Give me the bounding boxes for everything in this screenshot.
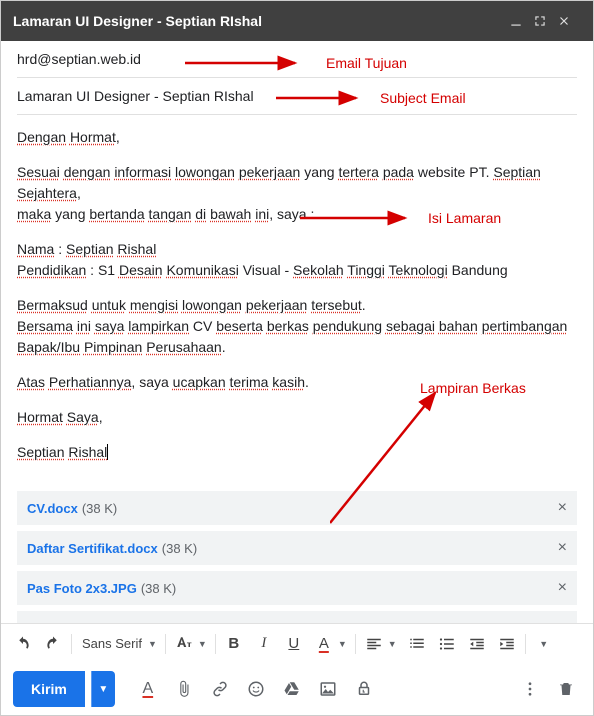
discard-draft-icon[interactable] — [551, 674, 581, 704]
send-button[interactable]: Kirim — [13, 671, 85, 707]
remove-attachment-icon[interactable]: × — [558, 499, 567, 517]
insert-photo-icon[interactable] — [313, 674, 343, 704]
bulleted-list-icon[interactable] — [433, 630, 461, 658]
bold-icon[interactable]: B — [220, 630, 248, 658]
remove-attachment-icon[interactable]: × — [558, 619, 567, 623]
title-bar: Lamaran UI Designer - Septian RIshal — [1, 1, 593, 41]
expand-icon[interactable] — [533, 14, 557, 28]
text-size-icon[interactable] — [170, 630, 198, 658]
font-selector[interactable]: Sans Serif — [76, 636, 148, 651]
redo-icon[interactable] — [39, 630, 67, 658]
compose-window: Lamaran UI Designer - Septian RIshal hrd… — [0, 0, 594, 716]
emoji-icon[interactable] — [241, 674, 271, 704]
size-caret-icon[interactable]: ▼ — [198, 639, 211, 649]
send-toolbar: Kirim ▼ A — [1, 663, 593, 715]
attachment-item[interactable]: Pas Foto 2x3.JPG (38 K)× — [17, 571, 577, 605]
attachment-item[interactable]: CV.docx (38 K)× — [17, 491, 577, 525]
formatting-toolbar: Sans Serif ▼ ▼ B I U A ▼ ▼ ▼ — [1, 623, 593, 663]
color-caret-icon[interactable]: ▼ — [338, 639, 351, 649]
send-options-icon[interactable]: ▼ — [91, 671, 115, 707]
text-color-icon[interactable]: A — [310, 630, 338, 658]
email-body[interactable]: Dengan Hormat, Sesuai dengan informasi l… — [17, 115, 577, 485]
window-title: Lamaran UI Designer - Septian RIshal — [13, 13, 509, 29]
align-icon[interactable] — [360, 630, 388, 658]
drive-icon[interactable] — [277, 674, 307, 704]
undo-icon[interactable] — [9, 630, 37, 658]
remove-attachment-icon[interactable]: × — [558, 579, 567, 597]
minimize-icon[interactable] — [509, 14, 533, 28]
attachments-list: CV.docx (38 K)× Daftar Sertifikat.docx (… — [17, 491, 577, 623]
align-caret-icon[interactable]: ▼ — [388, 639, 401, 649]
font-caret-icon[interactable]: ▼ — [148, 639, 161, 649]
indent-less-icon[interactable] — [463, 630, 491, 658]
compose-body: hrd@septian.web.id Lamaran UI Designer -… — [1, 41, 593, 623]
insert-link-icon[interactable] — [205, 674, 235, 704]
more-formatting-icon[interactable]: ▼ — [530, 630, 558, 658]
to-field[interactable]: hrd@septian.web.id — [17, 41, 577, 78]
attachment-item[interactable]: SKCK.docx (38 K)× — [17, 611, 577, 623]
close-icon[interactable] — [557, 14, 581, 28]
numbered-list-icon[interactable] — [403, 630, 431, 658]
subject-field[interactable]: Lamaran UI Designer - Septian RIshal — [17, 78, 577, 115]
remove-attachment-icon[interactable]: × — [558, 539, 567, 557]
formatting-toggle-icon[interactable]: A — [133, 674, 163, 704]
attach-file-icon[interactable] — [169, 674, 199, 704]
underline-icon[interactable]: U — [280, 630, 308, 658]
attachment-item[interactable]: Daftar Sertifikat.docx (38 K)× — [17, 531, 577, 565]
italic-icon[interactable]: I — [250, 630, 278, 658]
confidential-mode-icon[interactable] — [349, 674, 379, 704]
more-options-icon[interactable] — [515, 674, 545, 704]
indent-more-icon[interactable] — [493, 630, 521, 658]
